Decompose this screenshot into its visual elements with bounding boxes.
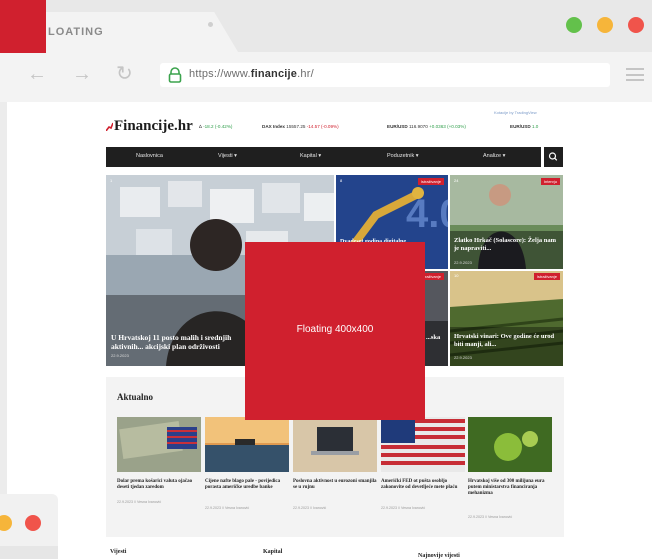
article-meta: 22.9.2023 // Vesna Ivanović (205, 506, 250, 510)
ticker-item[interactable]: EUR/USD 1.0 (510, 124, 538, 129)
nav-naslovnica[interactable]: Naslovnica (136, 153, 163, 159)
section-heading-najnovije[interactable]: Najnovije vijesti (418, 553, 460, 559)
ticker-item[interactable]: EUR/USD 116.9070 +0.0363 (+0.03%) (387, 124, 466, 129)
nav-analize[interactable]: Analize ▾ (483, 153, 505, 159)
tradingview-credit[interactable]: Kotacije by TradingView (494, 110, 537, 115)
hero-title[interactable]: ...ska (426, 333, 440, 342)
secondary-toolbar (0, 546, 58, 559)
ticker-item[interactable]: ∆ -18.2 (-0.42%) (199, 124, 232, 129)
hero-image (450, 175, 563, 269)
article-thumbnail[interactable] (205, 417, 289, 472)
minimize-button[interactable] (597, 17, 613, 33)
article-thumbnail[interactable] (468, 417, 552, 472)
section-heading-kapital[interactable]: Kapital (263, 549, 282, 555)
forward-arrow-icon[interactable]: → (72, 64, 92, 84)
hero-article-3[interactable]: 24 Intervju Zlatko Hrkač (Solascore): Že… (450, 175, 563, 269)
hero-date: 22.9.2023 (454, 355, 472, 360)
red-corner-block (0, 0, 46, 53)
hero-title[interactable]: U Hrvatskoj 11 posto malih i srednjih ak… (111, 333, 246, 351)
logo-icon (106, 122, 113, 131)
article-thumbnail[interactable] (117, 417, 201, 472)
site-navbar (106, 147, 541, 167)
comment-count: 24 (454, 178, 459, 183)
category-badge[interactable]: Istraživanje (533, 273, 560, 280)
site-logo[interactable]: Financije.hr (114, 118, 193, 135)
hero-title[interactable]: Zlatko Hrkač (Solascore): Želja nam je n… (454, 237, 560, 253)
close-button[interactable] (628, 17, 644, 33)
hero-title[interactable]: Hrvatski vinari: Ove godine će urod biti… (454, 333, 560, 349)
hero-article-5[interactable]: 10 Istraživanje Hrvatski vinari: Ove god… (450, 271, 563, 366)
ticker-item[interactable]: DAX Index 15557.25 -14.57 (-0.09%) (262, 124, 339, 129)
aktualno-heading[interactable]: Aktualno (117, 392, 153, 402)
article-title[interactable]: Hrvatskoj više od 300 milijuna eura pute… (468, 479, 552, 497)
tab-close-dot[interactable] (208, 22, 213, 27)
reload-icon[interactable]: ↻ (116, 64, 133, 84)
hero-date: 22.9.2023 (111, 353, 129, 358)
article-meta: 22.9.2023 // Vesna Ivanović (117, 500, 162, 504)
article-meta: 22.9.2023 // Vesna Ivanović (381, 506, 426, 510)
article-meta: 22.9.2023 // Ivanović (293, 506, 327, 510)
maximize-button[interactable] (566, 17, 582, 33)
lock-icon (168, 67, 182, 83)
nav-poduzetnik[interactable]: Poduzetnik ▾ (387, 153, 419, 159)
article-thumbnail[interactable] (293, 417, 377, 472)
article-title[interactable]: Poslovna aktivnost u eurozoni smanjila s… (293, 479, 377, 491)
url-text[interactable]: https://www.financije.hr/ (189, 68, 314, 80)
article-title[interactable]: Cijene nafte blago pale - povijedica por… (205, 479, 289, 491)
article-title[interactable]: Dolar prema košarici valuta ojačao deset… (117, 479, 201, 491)
article-meta: 22.9.2023 // Vesna Ivanović (468, 515, 513, 519)
article-thumbnail[interactable] (381, 417, 465, 472)
category-badge[interactable]: Intervju (540, 178, 560, 185)
site-search-button[interactable] (544, 147, 563, 167)
nav-kapital[interactable]: Kapital ▾ (300, 153, 321, 159)
back-arrow-icon[interactable]: ← (27, 64, 47, 84)
nav-vijesti[interactable]: Vijesti ▾ (218, 153, 237, 159)
close-button[interactable] (25, 515, 41, 531)
comment-count: 8 (340, 178, 343, 183)
search-icon (548, 152, 558, 161)
section-heading-vijesti[interactable]: Vijesti (110, 549, 126, 555)
tab-title: LOATING (48, 26, 104, 38)
article-title[interactable]: Američki FED ot pušta osobljo zakonovite… (381, 479, 465, 491)
hamburger-menu-icon[interactable] (626, 68, 644, 81)
floating-ad-label: Floating 400x400 (296, 324, 374, 335)
comment-count: 1 (110, 178, 113, 183)
category-badge[interactable]: Istraživanje (417, 178, 444, 185)
comment-count: 10 (454, 273, 459, 278)
minimize-button[interactable] (0, 515, 12, 531)
hero-date: 22.9.2023 (454, 260, 472, 265)
hero-image (450, 271, 563, 366)
